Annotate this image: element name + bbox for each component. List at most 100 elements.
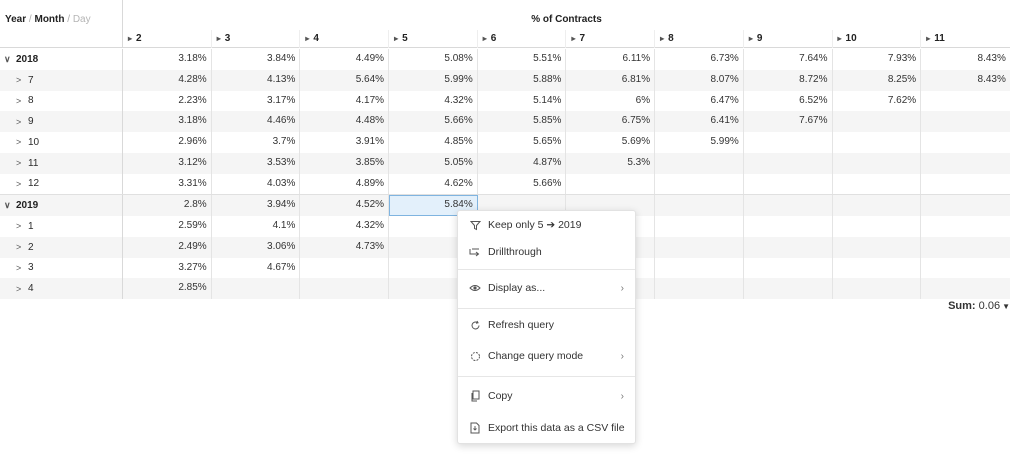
table-cell[interactable] [833,236,922,258]
menu-item-keep-only[interactable]: Keep only 5 ➔ 2019 [458,212,635,238]
caret-down-icon[interactable]: ▼ [1002,302,1010,311]
table-cell[interactable]: 5.08% [389,49,478,70]
table-cell[interactable]: 5.66% [389,111,478,132]
month-label[interactable]: >1 [0,216,123,237]
table-cell[interactable] [744,257,833,279]
column-header[interactable]: ▸ 6 [478,30,567,48]
table-cell[interactable]: 5.51% [478,49,567,70]
table-cell[interactable]: 6.47% [655,90,744,112]
chevron-right-icon[interactable]: > [16,117,28,127]
table-cell[interactable]: 4.03% [212,173,301,195]
table-cell[interactable]: 8.43% [921,70,1010,91]
month-label[interactable]: >9 [0,111,123,132]
menu-item-export-csv[interactable]: Export this data as a CSV file [458,415,635,441]
table-cell[interactable] [655,216,744,237]
table-cell[interactable] [833,257,922,279]
column-header[interactable]: ▸ 2 [123,30,212,48]
table-cell[interactable] [212,278,301,299]
table-cell[interactable]: 5.99% [389,69,478,91]
table-cell[interactable]: 4.67% [212,257,301,279]
expand-arrow-icon[interactable]: ▸ [838,30,842,48]
table-cell[interactable]: 4.85% [389,132,478,153]
table-cell[interactable]: 6.75% [566,111,656,132]
table-cell[interactable]: 2.23% [123,90,212,112]
table-cell[interactable]: 4.13% [212,69,301,91]
expand-arrow-icon[interactable]: ▸ [926,30,930,48]
row-title-day[interactable]: Day [73,14,91,25]
table-cell[interactable]: 3.85% [300,152,390,174]
month-label[interactable]: >10 [0,132,123,153]
table-cell[interactable]: 3.27% [123,257,212,279]
column-header[interactable]: ▸ 10 [833,30,922,48]
month-label[interactable]: >4 [0,278,123,299]
table-cell[interactable]: 2.49% [123,236,212,258]
table-cell[interactable]: 4.46% [212,111,301,132]
table-cell[interactable]: 3.12% [123,152,212,174]
table-cell[interactable]: 5.3% [566,152,656,174]
table-cell[interactable] [921,153,1010,174]
table-cell[interactable]: 4.87% [478,152,567,174]
table-cell[interactable]: 4.32% [300,216,390,237]
expand-arrow-icon[interactable]: ▸ [571,30,575,48]
table-cell[interactable]: 6.41% [655,111,744,132]
table-cell[interactable]: 4.1% [212,216,301,237]
table-cell[interactable]: 3.91% [300,132,390,153]
table-cell[interactable] [833,173,922,195]
chevron-right-icon[interactable]: > [16,96,28,106]
table-cell[interactable]: 3.18% [123,49,212,70]
expand-arrow-icon[interactable]: ▸ [660,30,664,48]
expand-arrow-icon[interactable]: ▸ [128,30,132,48]
table-cell[interactable]: 3.84% [212,49,301,70]
menu-item-drillthrough[interactable]: Drillthrough [458,239,635,265]
chevron-down-icon[interactable]: ∨ [4,54,16,65]
chevron-right-icon[interactable]: > [16,242,28,252]
table-cell[interactable] [921,132,1010,153]
table-cell[interactable]: 4.28% [123,69,212,91]
table-cell[interactable] [921,111,1010,132]
table-cell[interactable]: 6.11% [566,49,656,70]
sum-indicator[interactable]: Sum: 0.06 ▼ [948,300,1010,312]
table-cell[interactable] [300,257,390,279]
expand-arrow-icon[interactable]: ▸ [305,30,309,48]
column-header[interactable]: ▸ 5 [389,30,478,48]
table-cell[interactable]: 4.32% [389,90,478,112]
table-cell[interactable] [921,195,1010,216]
table-cell[interactable]: 3.94% [212,195,301,216]
table-cell[interactable] [921,258,1010,279]
table-cell[interactable] [566,173,656,195]
table-cell[interactable] [921,237,1010,258]
table-cell[interactable]: 5.14% [478,90,567,112]
table-cell[interactable] [655,152,744,174]
table-cell[interactable] [744,278,833,299]
expand-arrow-icon[interactable]: ▸ [749,30,753,48]
table-cell[interactable]: 4.49% [300,49,390,70]
table-cell[interactable]: 7.93% [833,49,922,70]
table-cell[interactable]: 4.17% [300,90,390,112]
expand-arrow-icon[interactable]: ▸ [217,30,221,48]
table-cell[interactable] [921,216,1010,237]
column-header[interactable]: ▸ 11 [921,30,1010,48]
table-cell[interactable]: 5.69% [566,132,656,153]
table-cell[interactable]: 4.52% [300,195,390,216]
year-label[interactable]: ∨ 2019 [0,195,123,216]
column-header[interactable]: ▸ 4 [300,30,390,48]
table-cell[interactable]: 5.65% [478,132,567,153]
month-label[interactable]: >2 [0,236,123,258]
table-cell[interactable]: 4.89% [300,173,390,195]
table-cell[interactable]: 5.99% [655,132,744,153]
month-label[interactable]: >8 [0,90,123,112]
chevron-right-icon[interactable]: > [16,158,28,168]
table-cell[interactable] [744,236,833,258]
table-cell[interactable] [833,132,922,153]
table-cell[interactable]: 5.66% [478,173,567,195]
column-header[interactable]: ▸ 9 [744,30,833,48]
table-cell[interactable]: 8.25% [833,69,922,91]
table-cell[interactable]: 8.07% [655,69,744,91]
table-cell[interactable] [833,278,922,299]
table-cell[interactable] [655,173,744,195]
month-label[interactable]: >12 [0,173,123,195]
table-cell[interactable]: 3.53% [212,152,301,174]
table-cell[interactable]: 6.73% [655,49,744,70]
month-label[interactable]: >11 [0,152,123,174]
table-cell[interactable]: 4.62% [389,173,478,195]
